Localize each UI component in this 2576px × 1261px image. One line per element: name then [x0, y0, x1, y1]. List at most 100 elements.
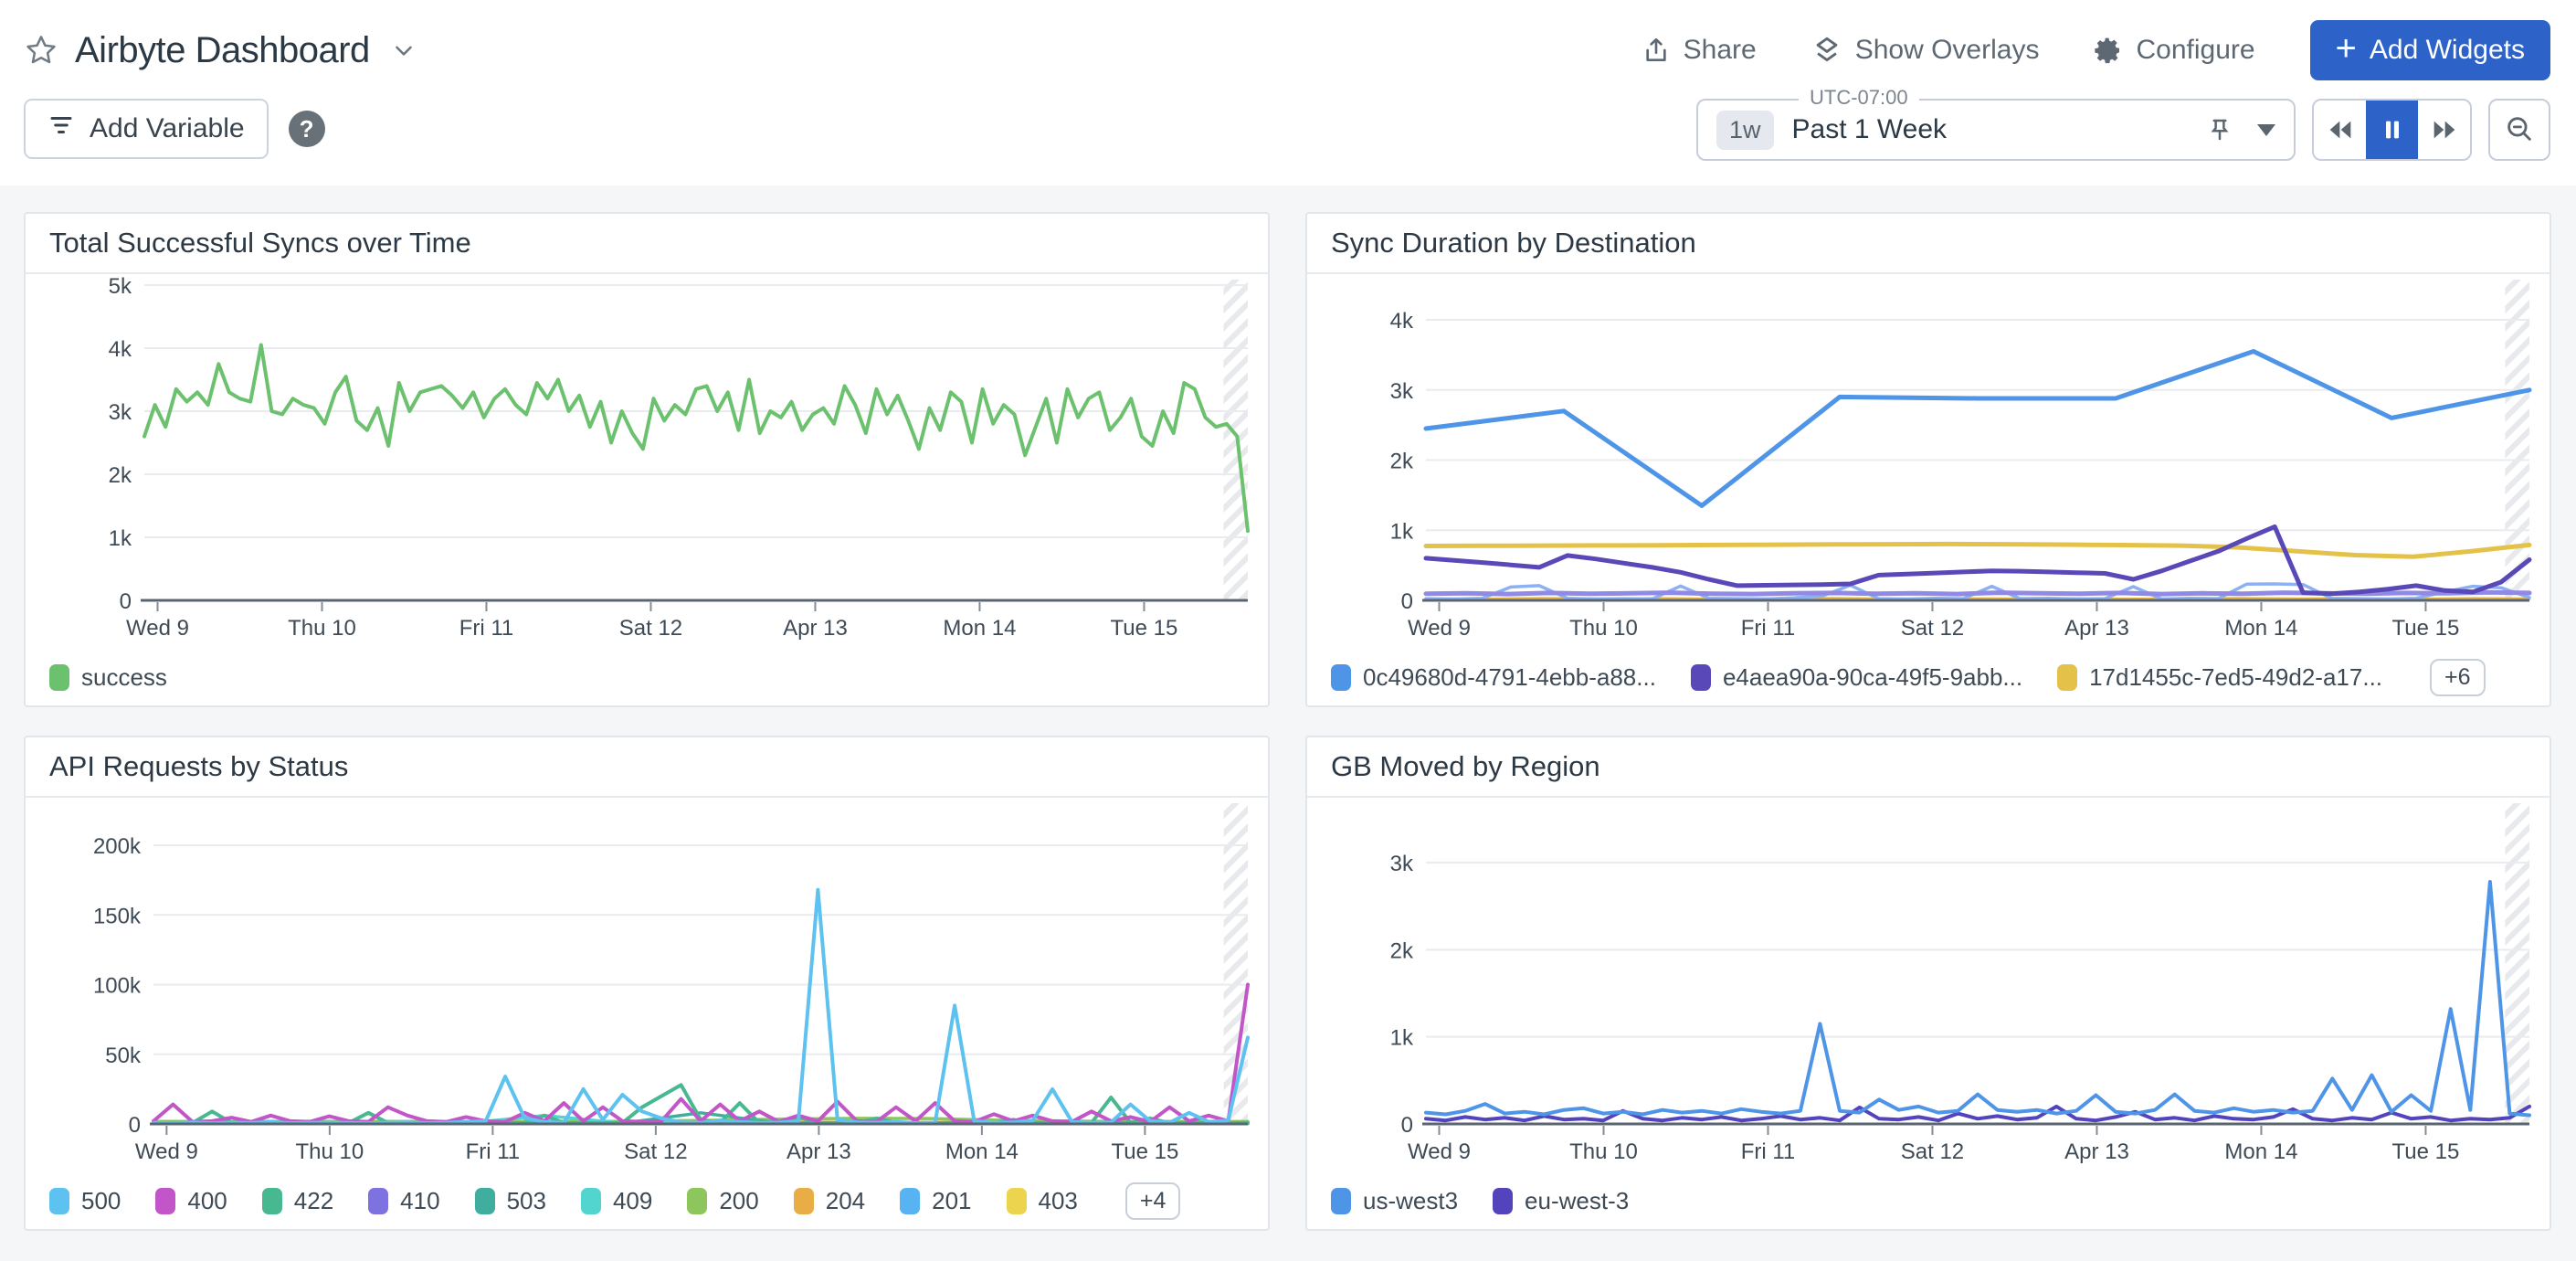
svg-text:0: 0 [120, 589, 132, 614]
legend-label: eu-west-3 [1525, 1187, 1629, 1215]
legend-item[interactable]: 201 [900, 1187, 971, 1215]
widget-header[interactable]: GB Moved by Region [1307, 737, 2550, 798]
widget-sync-duration: Sync Duration by Destination 01k2k3k4kWe… [1305, 212, 2551, 707]
widget-header[interactable]: Sync Duration by Destination [1307, 214, 2550, 274]
svg-text:Mon 14: Mon 14 [943, 616, 1016, 641]
legend-item[interactable]: 400 [155, 1187, 227, 1215]
legend-item[interactable]: 17d1455c-7ed5-49d2-a17... [2057, 663, 2382, 692]
legend-item[interactable]: 410 [368, 1187, 439, 1215]
legend-label: us-west3 [1363, 1187, 1458, 1215]
legend-swatch [155, 1188, 175, 1214]
legend-item[interactable]: 204 [794, 1187, 865, 1215]
widget-header[interactable]: API Requests by Status [26, 737, 1268, 798]
fast-forward-button[interactable] [2418, 101, 2470, 159]
title-chevron-down-icon[interactable] [390, 37, 417, 64]
svg-text:3k: 3k [1390, 379, 1414, 404]
legend-swatch [1493, 1188, 1513, 1214]
legend-label: 201 [932, 1187, 971, 1215]
dashboard-title-group: Airbyte Dashboard [24, 30, 417, 71]
svg-text:Mon 14: Mon 14 [2224, 616, 2297, 641]
svg-text:Wed 9: Wed 9 [1408, 616, 1471, 641]
range-dropdown-caret[interactable] [2257, 124, 2275, 136]
legend-swatch [49, 664, 69, 691]
svg-text:Apr 13: Apr 13 [2064, 1139, 2129, 1164]
range-label: Past 1 Week [1792, 114, 2188, 145]
legend-more-chip[interactable]: +6 [2430, 659, 2486, 696]
svg-text:0: 0 [129, 1113, 141, 1138]
legend-item[interactable]: 200 [687, 1187, 758, 1215]
chart-canvas-total-syncs[interactable]: 01k2k3k4k5kWed 9Thu 10Fri 11Sat 12Apr 13… [26, 274, 1268, 652]
pin-icon[interactable] [2206, 116, 2233, 143]
svg-text:Tue 15: Tue 15 [1111, 1139, 1178, 1164]
legend-item[interactable]: 403 [1007, 1187, 1078, 1215]
toolbar-left: Add Variable ? [24, 99, 325, 159]
widget-title: Sync Duration by Destination [1331, 227, 1696, 260]
svg-text:Sat 12: Sat 12 [1901, 616, 1964, 641]
svg-text:Tue 15: Tue 15 [2392, 616, 2460, 641]
svg-text:4k: 4k [109, 337, 132, 362]
legend-item[interactable]: us-west3 [1331, 1187, 1458, 1215]
svg-text:4k: 4k [1390, 309, 1414, 334]
rewind-button[interactable] [2314, 101, 2366, 159]
svg-text:Fri 11: Fri 11 [1741, 1139, 1796, 1164]
favorite-star-icon[interactable] [24, 33, 58, 68]
svg-text:Fri 11: Fri 11 [1741, 616, 1796, 641]
legend-item[interactable]: 503 [475, 1187, 546, 1215]
widget-gb-moved: GB Moved by Region 01k2k3kWed 9Thu 10Fri… [1305, 736, 2551, 1231]
svg-text:Sat 12: Sat 12 [624, 1139, 687, 1164]
svg-text:Apr 13: Apr 13 [787, 1139, 851, 1164]
legend-label: 400 [187, 1187, 227, 1215]
svg-text:3k: 3k [1390, 852, 1414, 876]
svg-text:2k: 2k [109, 463, 132, 488]
svg-text:Thu 10: Thu 10 [1569, 616, 1638, 641]
filter-icon [48, 111, 75, 146]
toolbar-right: UTC-07:00 1w Past 1 Week [1696, 99, 2550, 161]
legend-swatch [581, 1188, 601, 1214]
legend-item[interactable]: eu-west-3 [1493, 1187, 1629, 1215]
legend-swatch [368, 1188, 388, 1214]
legend-item[interactable]: 500 [49, 1187, 121, 1215]
svg-text:Fri 11: Fri 11 [459, 616, 514, 641]
legend-swatch [475, 1188, 495, 1214]
legend-swatch [1691, 664, 1711, 691]
svg-text:Wed 9: Wed 9 [135, 1139, 198, 1164]
widget-header[interactable]: Total Successful Syncs over Time [26, 214, 1268, 274]
help-icon[interactable]: ? [289, 111, 325, 147]
chart-canvas-api-requests[interactable]: 050k100k150k200kWed 9Thu 10Fri 11Sat 12A… [26, 798, 1268, 1176]
overlays-icon [1811, 35, 1842, 66]
svg-text:Wed 9: Wed 9 [126, 616, 189, 641]
chart-legend: 500 400 422 410 503 409 200 204 201 403 +4 [26, 1180, 1268, 1222]
time-range-picker[interactable]: UTC-07:00 1w Past 1 Week [1696, 99, 2296, 161]
legend-label: 410 [400, 1187, 439, 1215]
legend-item[interactable]: e4aea90a-90ca-49f5-9abb... [1691, 663, 2022, 692]
legend-swatch [262, 1188, 282, 1214]
svg-text:0: 0 [1401, 589, 1413, 614]
add-widgets-button[interactable]: + Add Widgets [2310, 20, 2550, 80]
svg-text:Apr 13: Apr 13 [2064, 616, 2129, 641]
widget-api-requests: API Requests by Status 050k100k150k200kW… [24, 736, 1270, 1231]
range-shortcut-badge: 1w [1716, 111, 1774, 150]
widget-title: GB Moved by Region [1331, 750, 1600, 783]
legend-more-chip[interactable]: +4 [1125, 1182, 1181, 1220]
legend-item[interactable]: 409 [581, 1187, 652, 1215]
zoom-out-icon [2504, 113, 2535, 147]
share-button[interactable]: Share [1642, 35, 1757, 66]
show-overlays-button[interactable]: Show Overlays [1811, 35, 2040, 66]
chart-legend: success [26, 656, 1268, 698]
chart-canvas-gb-moved[interactable]: 01k2k3kWed 9Thu 10Fri 11Sat 12Apr 13Mon … [1307, 798, 2550, 1176]
zoom-out-button[interactable] [2488, 99, 2550, 161]
legend-item[interactable]: success [49, 663, 167, 692]
legend-label: 500 [81, 1187, 121, 1215]
pause-button[interactable] [2366, 101, 2418, 159]
legend-item[interactable]: 0c49680d-4791-4ebb-a88... [1331, 663, 1656, 692]
add-variable-button[interactable]: Add Variable [24, 99, 269, 159]
top-bar: Airbyte Dashboard Share [0, 0, 2576, 185]
legend-item[interactable]: 422 [262, 1187, 333, 1215]
chart-legend: 0c49680d-4791-4ebb-a88... e4aea90a-90ca-4… [1307, 656, 2550, 698]
svg-text:Wed 9: Wed 9 [1408, 1139, 1471, 1164]
svg-text:Sat 12: Sat 12 [1901, 1139, 1964, 1164]
svg-text:1k: 1k [1390, 519, 1414, 544]
legend-swatch [49, 1188, 69, 1214]
chart-canvas-sync-duration[interactable]: 01k2k3k4kWed 9Thu 10Fri 11Sat 12Apr 13Mo… [1307, 274, 2550, 652]
configure-button[interactable]: Configure [2094, 35, 2254, 66]
